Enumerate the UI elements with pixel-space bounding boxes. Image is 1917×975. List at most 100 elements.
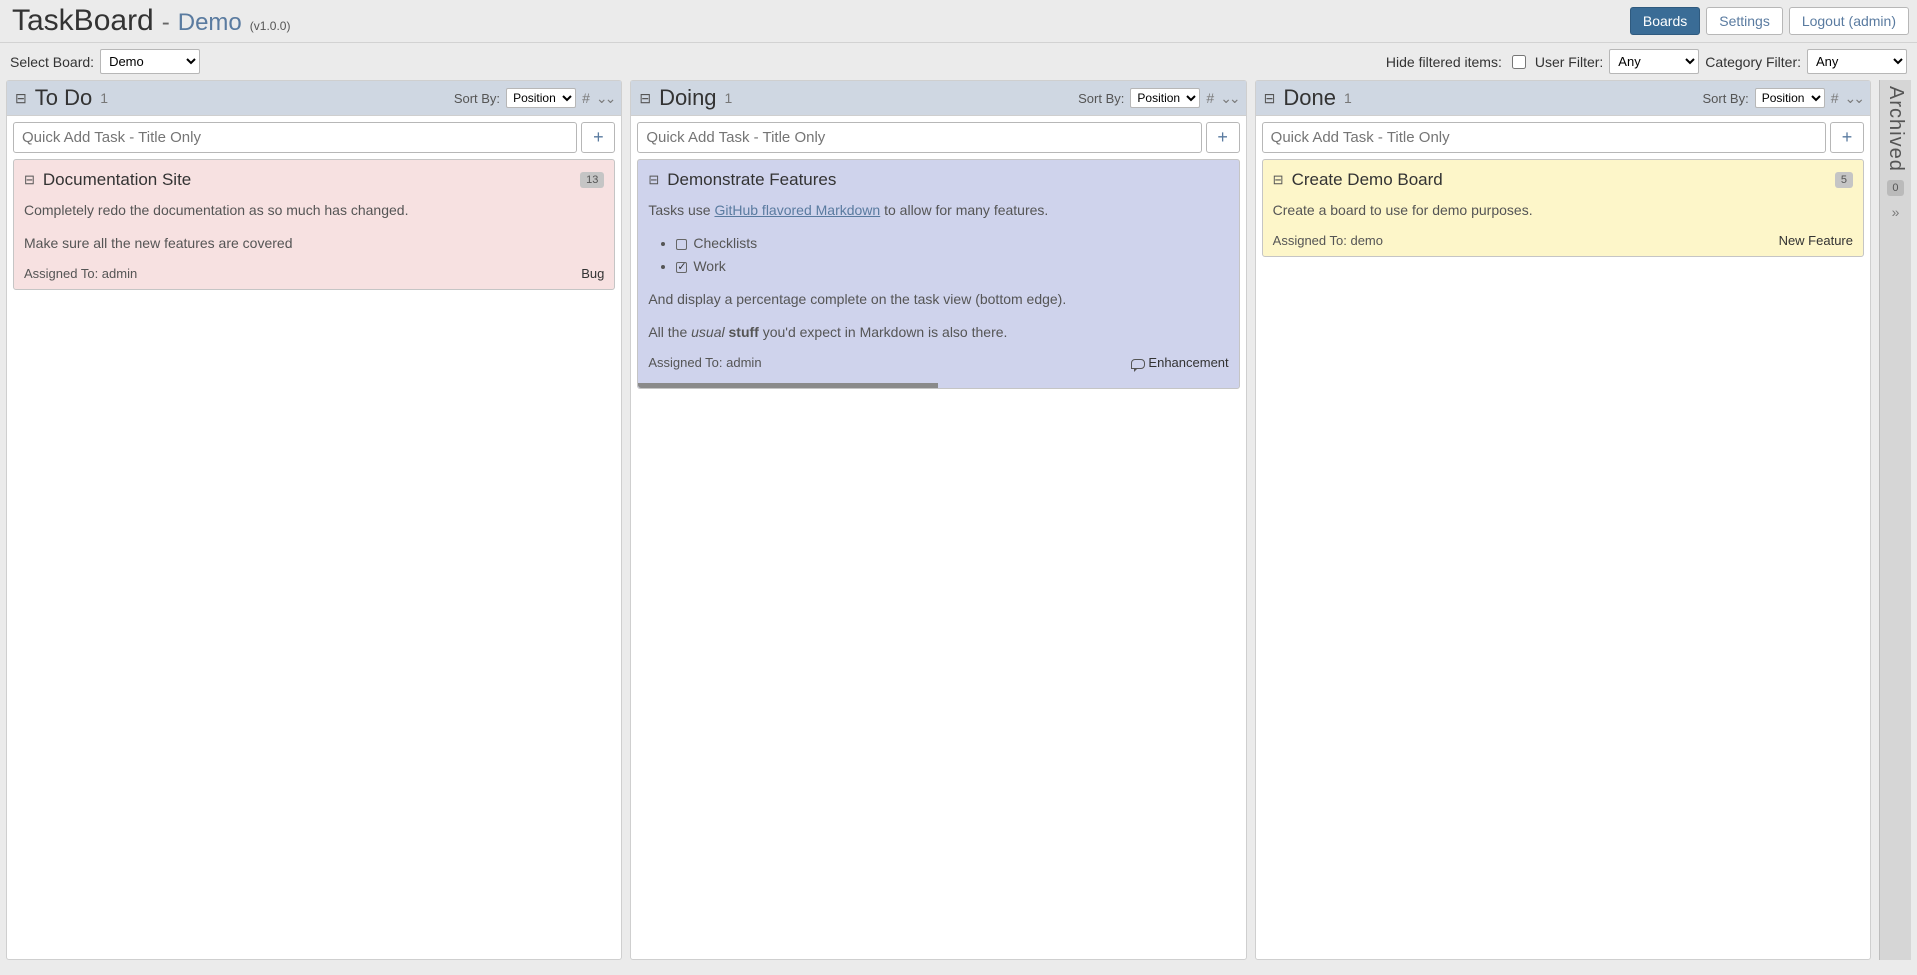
quickadd-button-todo[interactable]: +	[581, 122, 615, 153]
card-title: Documentation Site	[43, 170, 191, 190]
hide-filtered-label: Hide filtered items:	[1386, 54, 1502, 70]
column-name-todo: To Do	[35, 85, 92, 111]
hash-icon[interactable]: #	[1831, 90, 1839, 106]
boards-button[interactable]: Boards	[1630, 7, 1700, 35]
toolbar: Select Board: Demo Hide filtered items: …	[0, 43, 1917, 80]
sortby-label: Sort By:	[1702, 91, 1748, 106]
toolbar-left: Select Board: Demo	[10, 49, 200, 74]
card-tag: New Feature	[1779, 233, 1853, 248]
quickadd-input-todo[interactable]	[13, 122, 577, 153]
app-version: (v1.0.0)	[250, 19, 291, 33]
quickadd-button-done[interactable]: +	[1830, 122, 1864, 153]
quickadd-button-doing[interactable]: +	[1206, 122, 1240, 153]
select-board-label: Select Board:	[10, 54, 94, 70]
card-create-demo-board[interactable]: ⊟ Create Demo Board 5 Create a board to …	[1262, 159, 1864, 257]
quickadd-input-doing[interactable]	[637, 122, 1201, 153]
sortby-dropdown-doing[interactable]: Position	[1130, 88, 1200, 108]
plus-icon: +	[1217, 127, 1228, 148]
collapse-card-icon[interactable]: ⊟	[1273, 172, 1284, 188]
category-filter-label: Category Filter:	[1705, 54, 1801, 70]
comment-icon	[1131, 359, 1145, 369]
sortby-dropdown-done[interactable]: Position	[1755, 88, 1825, 108]
user-filter-dropdown[interactable]: Any	[1609, 49, 1699, 74]
collapse-card-icon[interactable]: ⊟	[24, 172, 35, 188]
category-filter-dropdown[interactable]: Any	[1807, 49, 1907, 74]
card-points-badge: 5	[1835, 172, 1853, 188]
card-points-badge: 13	[580, 172, 604, 188]
column-name-doing: Doing	[659, 85, 716, 111]
plus-icon: +	[593, 127, 604, 148]
settings-button[interactable]: Settings	[1706, 7, 1783, 35]
card-title: Create Demo Board	[1292, 170, 1443, 190]
user-filter-label: User Filter:	[1535, 54, 1603, 70]
checklist-item: Work	[676, 256, 1228, 277]
column-done: ⊟ Done 1 Sort By: Position # ⌄⌄ +	[1255, 80, 1871, 960]
card-text: Make sure all the new features are cover…	[24, 233, 604, 254]
toolbar-right: Hide filtered items: User Filter: Any Ca…	[1386, 49, 1907, 74]
card-text-strong: stuff	[729, 324, 759, 340]
column-header-doing: ⊟ Doing 1 Sort By: Position # ⌄⌄	[631, 81, 1245, 116]
archived-expand-icon[interactable]: »	[1892, 204, 1900, 220]
nav-buttons: Boards Settings Logout (admin)	[1630, 7, 1909, 35]
archived-count-badge: 0	[1887, 180, 1903, 196]
title-dash: -	[162, 9, 170, 37]
board-title: Demo	[178, 9, 242, 37]
column-doing: ⊟ Doing 1 Sort By: Position # ⌄⌄ +	[630, 80, 1246, 960]
sortby-label: Sort By:	[454, 91, 500, 106]
collapse-column-icon[interactable]: ⊟	[1264, 91, 1276, 105]
card-tag: Enhancement	[1131, 355, 1228, 370]
column-count-todo: 1	[100, 90, 108, 106]
expand-icon[interactable]: ⌄⌄	[596, 90, 613, 107]
expand-icon[interactable]: ⌄⌄	[1845, 90, 1862, 107]
card-assigned: Assigned To: admin	[648, 355, 761, 370]
sortby-label: Sort By:	[1078, 91, 1124, 106]
checkbox-checked-icon	[676, 262, 687, 273]
card-tag: Bug	[581, 266, 604, 281]
quickadd-input-done[interactable]	[1262, 122, 1826, 153]
collapse-column-icon[interactable]: ⊟	[639, 91, 651, 105]
collapse-card-icon[interactable]: ⊟	[648, 172, 659, 188]
hide-filtered-checkbox[interactable]	[1512, 55, 1526, 69]
select-board-dropdown[interactable]: Demo	[100, 49, 200, 74]
archived-panel[interactable]: Archived 0 »	[1879, 80, 1911, 960]
sortby-dropdown-todo[interactable]: Position	[506, 88, 576, 108]
hash-icon[interactable]: #	[1206, 90, 1214, 106]
expand-icon[interactable]: ⌄⌄	[1220, 90, 1237, 107]
card-text: Create a board to use for demo purposes.	[1273, 200, 1853, 221]
board: ⊟ To Do 1 Sort By: Position # ⌄⌄ +	[0, 80, 1917, 968]
checklist-label: Checklists	[693, 235, 757, 251]
card-progress-bar	[638, 383, 938, 388]
collapse-column-icon[interactable]: ⊟	[15, 91, 27, 105]
checklist-item: Checklists	[676, 233, 1228, 254]
column-name-done: Done	[1283, 85, 1336, 111]
markdown-link[interactable]: GitHub flavored Markdown	[714, 202, 880, 218]
plus-icon: +	[1842, 127, 1853, 148]
column-todo: ⊟ To Do 1 Sort By: Position # ⌄⌄ +	[6, 80, 622, 960]
card-assigned: Assigned To: demo	[1273, 233, 1383, 248]
card-checklist: Checklists Work	[648, 233, 1228, 277]
card-text-em: usual	[691, 324, 724, 340]
card-text-frag: Tasks use	[648, 202, 714, 218]
card-text: Completely redo the documentation as so …	[24, 200, 604, 221]
card-tag-text: Enhancement	[1148, 355, 1228, 370]
title-wrap: TaskBoard - Demo (v1.0.0)	[12, 4, 290, 38]
checklist-label: Work	[693, 258, 725, 274]
archived-label: Archived	[1884, 86, 1907, 172]
card-assigned: Assigned To: admin	[24, 266, 137, 281]
card-title: Demonstrate Features	[667, 170, 836, 190]
logout-button[interactable]: Logout (admin)	[1789, 7, 1909, 35]
card-text: And display a percentage complete on the…	[648, 289, 1228, 310]
column-header-todo: ⊟ To Do 1 Sort By: Position # ⌄⌄	[7, 81, 621, 116]
card-text-frag: to allow for many features.	[880, 202, 1048, 218]
hash-icon[interactable]: #	[582, 90, 590, 106]
header: TaskBoard - Demo (v1.0.0) Boards Setting…	[0, 0, 1917, 43]
card-text-frag: All the	[648, 324, 691, 340]
card-demonstrate-features[interactable]: ⊟ Demonstrate Features Tasks use GitHub …	[637, 159, 1239, 389]
column-count-doing: 1	[725, 90, 733, 106]
card-text: Tasks use GitHub flavored Markdown to al…	[648, 200, 1228, 221]
card-documentation-site[interactable]: ⊟ Documentation Site 13 Completely redo …	[13, 159, 615, 290]
card-text-frag: you'd expect in Markdown is also there.	[759, 324, 1008, 340]
column-header-done: ⊟ Done 1 Sort By: Position # ⌄⌄	[1256, 81, 1870, 116]
app-title: TaskBoard	[12, 4, 154, 38]
checkbox-icon	[676, 239, 687, 250]
